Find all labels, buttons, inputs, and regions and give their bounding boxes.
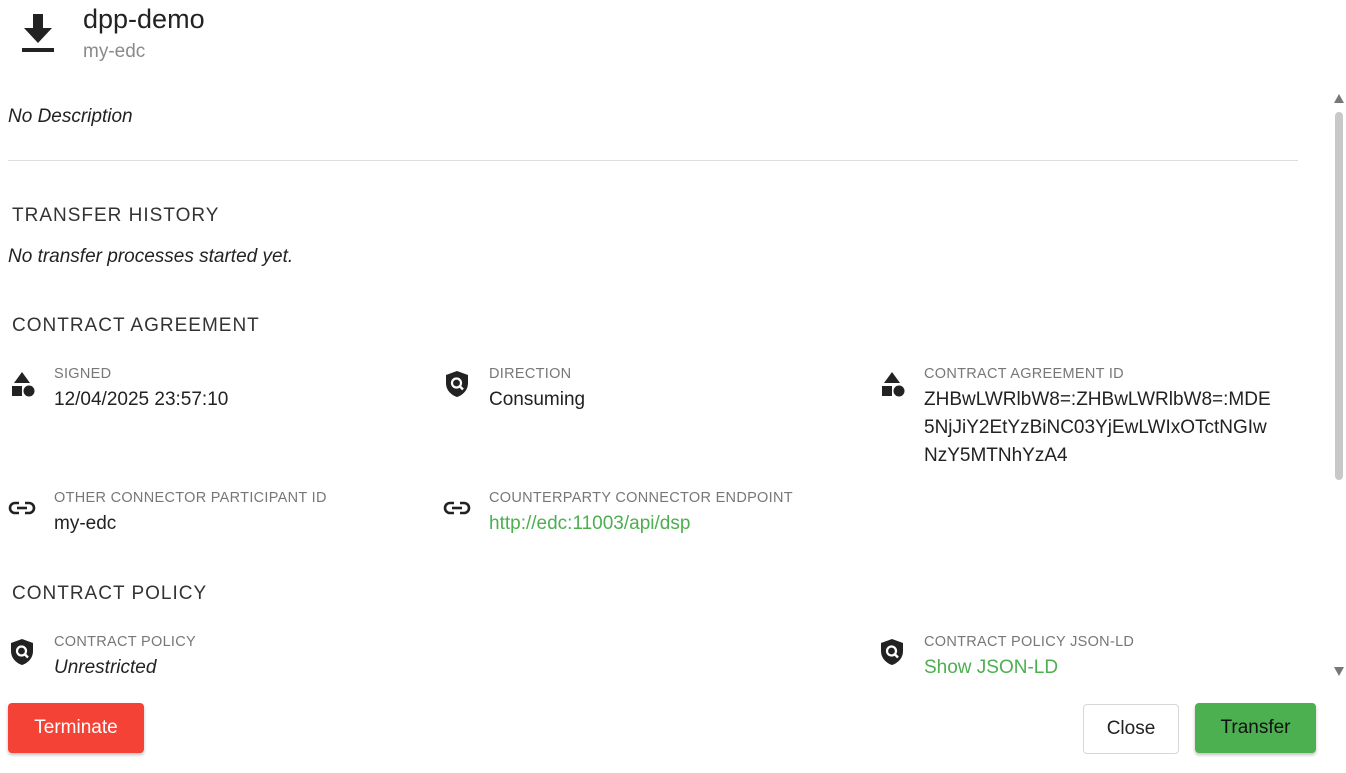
page-title: dpp-demo	[83, 4, 205, 34]
link-icon	[443, 501, 471, 515]
section-title-transfer-history: TRANSFER HISTORY	[12, 205, 220, 226]
transfer-button[interactable]: Transfer	[1195, 703, 1316, 753]
section-title-contract-policy: CONTRACT POLICY	[12, 583, 208, 604]
download-icon	[22, 14, 54, 52]
property-value: my-edc	[54, 513, 117, 534]
vertical-scrollbar[interactable]	[1332, 88, 1346, 680]
section-title-contract-agreement: CONTRACT AGREEMENT	[12, 315, 260, 336]
property-contract-agreement-id: CONTRACT AGREEMENT ID ZHBwLWRlbW8=:ZHBwL…	[878, 366, 1308, 466]
property-value: Consuming	[489, 389, 586, 410]
property-other-connector-participant-id: OTHER CONNECTOR PARTICIPANT ID my-edc	[8, 490, 428, 550]
property-label: OTHER CONNECTOR PARTICIPANT ID	[54, 490, 327, 506]
divider	[8, 160, 1298, 161]
property-label: CONTRACT POLICY JSON-LD	[924, 634, 1135, 650]
agreement-id-line: 5NjJiY2EtYzBiNC03YjEwLWIxOTctNGIw	[924, 417, 1267, 438]
property-counterparty-connector-endpoint: COUNTERPARTY CONNECTOR ENDPOINT http://e…	[443, 490, 863, 550]
property-signed: SIGNED 12/04/2025 23:57:10	[8, 366, 428, 426]
show-json-ld-link[interactable]: Show JSON-LD	[924, 654, 1058, 680]
asset-description: No Description	[8, 106, 133, 127]
property-value: Unrestricted	[54, 657, 157, 678]
link-icon	[8, 501, 36, 515]
page-subtitle: my-edc	[83, 41, 146, 62]
property-label: DIRECTION	[489, 366, 572, 382]
property-value: 12/04/2025 23:57:10	[54, 389, 229, 410]
property-label: CONTRACT POLICY	[54, 634, 197, 650]
property-value: ZHBwLWRlbW8=:ZHBwLWRlbW8=:MDE 5NjJiY2EtY…	[924, 386, 1271, 470]
property-contract-policy-json-ld: CONTRACT POLICY JSON-LD Show JSON-LD	[878, 634, 1298, 680]
policy-shield-icon	[446, 371, 468, 397]
shapes-icon	[12, 372, 35, 397]
terminate-button[interactable]: Terminate	[8, 703, 144, 753]
close-button[interactable]: Close	[1083, 704, 1179, 754]
policy-shield-icon	[881, 639, 903, 665]
agreement-id-line: ZHBwLWRlbW8=:ZHBwLWRlbW8=:MDE	[924, 389, 1271, 410]
property-contract-policy: CONTRACT POLICY Unrestricted	[8, 634, 428, 680]
transfer-history-empty: No transfer processes started yet.	[8, 246, 294, 267]
scrollbar-thumb[interactable]	[1335, 112, 1343, 480]
dialog-content[interactable]: No Description TRANSFER HISTORY No trans…	[0, 88, 1332, 680]
property-label: CONTRACT AGREEMENT ID	[924, 366, 1124, 382]
property-direction: DIRECTION Consuming	[443, 366, 863, 426]
agreement-id-line: NzY5MTNhYzA4	[924, 445, 1068, 466]
property-label: SIGNED	[54, 366, 112, 382]
property-label: COUNTERPARTY CONNECTOR ENDPOINT	[489, 490, 793, 506]
dialog-header: dpp-demo my-edc	[0, 0, 1346, 80]
scroll-up-arrow-icon[interactable]	[1334, 94, 1344, 103]
shapes-icon	[882, 372, 905, 397]
scroll-down-arrow-icon[interactable]	[1334, 667, 1344, 676]
policy-shield-icon	[11, 639, 33, 665]
endpoint-link[interactable]: http://edc:11003/api/dsp	[489, 510, 690, 538]
